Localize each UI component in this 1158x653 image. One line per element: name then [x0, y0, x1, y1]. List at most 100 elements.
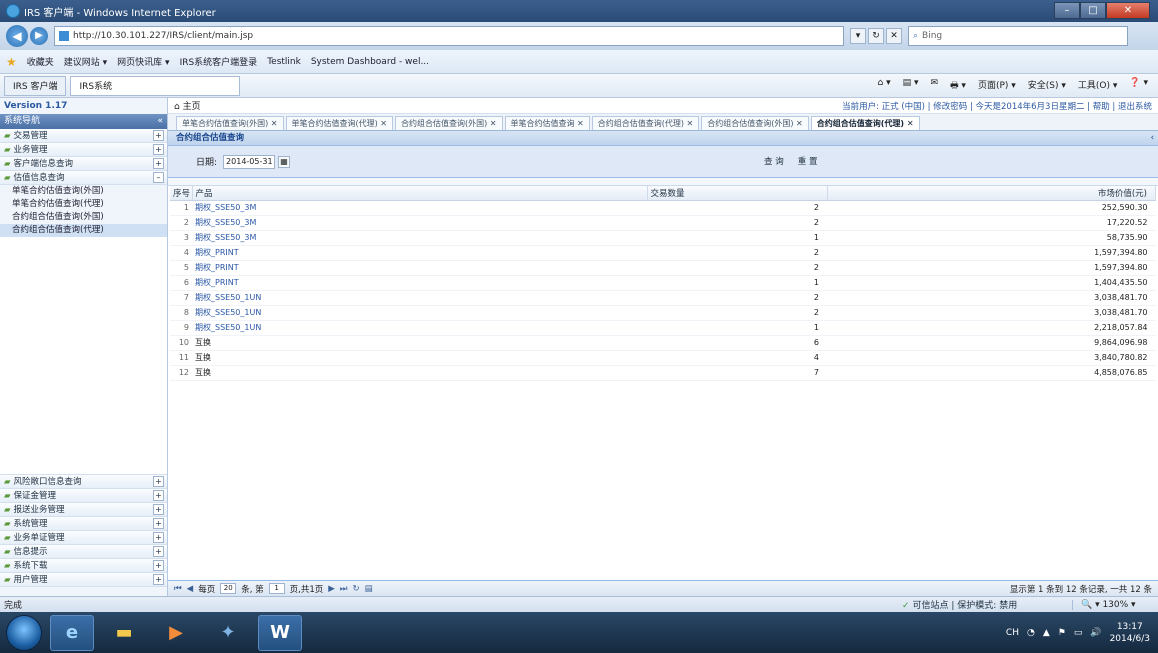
- column-quantity[interactable]: 交易数量: [647, 186, 828, 201]
- row-product[interactable]: 期权_PRINT: [192, 275, 647, 291]
- sidebar-item-valuation[interactable]: ▰ 估值信息查询 –: [0, 171, 167, 185]
- tab-combo-foreign-2[interactable]: 合约组合估值查询(外国) ✕: [701, 116, 809, 130]
- table-row[interactable]: 1 期权_SSE50_3M 2 252,590.30: [170, 200, 1156, 216]
- product-link[interactable]: 期权_PRINT: [195, 263, 239, 272]
- row-product[interactable]: 期权_PRINT: [192, 260, 647, 276]
- table-row[interactable]: 6 期权_PRINT 1 1,404,435.50: [170, 275, 1156, 291]
- date-input[interactable]: 2014-05-31: [223, 154, 276, 169]
- sidebar-subitem-single-foreign[interactable]: 单笔合约估值查询(外国): [0, 185, 167, 198]
- row-product[interactable]: 期权_SSE50_1UN: [192, 305, 647, 321]
- sidebar-item-documents[interactable]: ▰ 业务单证管理 +: [0, 531, 167, 545]
- last-page-button[interactable]: ⏭: [340, 584, 348, 594]
- show-hidden-icons[interactable]: ▲: [1043, 628, 1050, 638]
- column-product[interactable]: 产品: [192, 186, 648, 201]
- tab-combo-agent[interactable]: 合约组合估值查询(代理) ✕: [591, 116, 700, 130]
- home-button[interactable]: ⌂ ▾: [878, 78, 891, 94]
- expand-icon[interactable]: +: [153, 546, 164, 557]
- expand-icon[interactable]: +: [153, 144, 164, 155]
- product-link[interactable]: 期权_PRINT: [195, 278, 239, 287]
- minimize-button[interactable]: –: [1054, 2, 1080, 19]
- expand-icon[interactable]: +: [153, 518, 164, 529]
- expand-icon[interactable]: +: [153, 476, 164, 487]
- fav-system-dashboard[interactable]: System Dashboard - wel...: [311, 57, 429, 67]
- sidebar-collapse-button[interactable]: «: [157, 114, 163, 129]
- column-index[interactable]: 序号: [170, 186, 193, 201]
- product-link[interactable]: 期权_PRINT: [195, 248, 239, 257]
- ie-taskbar-icon[interactable]: e: [50, 614, 94, 651]
- page-number-input[interactable]: 1: [268, 583, 285, 594]
- product-link[interactable]: 期权_SSE50_1UN: [195, 323, 261, 332]
- sidebar-item-users[interactable]: ▰ 用户管理 +: [0, 573, 167, 587]
- sidebar-subitem-single-agent[interactable]: 单笔合约估值查询(代理): [0, 198, 167, 211]
- row-product[interactable]: 期权_SSE50_3M: [192, 230, 647, 246]
- home-link[interactable]: ⌂ 主页: [174, 99, 201, 112]
- sidebar-item-trade[interactable]: ▰ 交易管理 +: [0, 129, 167, 143]
- start-button[interactable]: [6, 614, 42, 651]
- sidebar-subitem-combo-agent[interactable]: 合约组合估值查询(代理): [0, 224, 167, 237]
- expand-icon[interactable]: +: [153, 130, 164, 141]
- back-button[interactable]: ◀: [6, 25, 28, 47]
- media-player-icon[interactable]: ▶: [154, 615, 198, 651]
- table-row[interactable]: 12 互换 7 4,858,076.85: [170, 365, 1156, 381]
- maximize-button[interactable]: □: [1080, 2, 1106, 19]
- clock[interactable]: 13:17 2014/6/3: [1110, 621, 1150, 645]
- table-row[interactable]: 10 互换 6 9,864,096.98: [170, 335, 1156, 351]
- volume-icon[interactable]: 🔊: [1090, 628, 1101, 638]
- word-taskbar-icon[interactable]: W: [258, 614, 302, 651]
- search-input[interactable]: ⌕ Bing: [908, 26, 1128, 46]
- table-row[interactable]: 2 期权_SSE50_3M 2 17,220.52: [170, 215, 1156, 231]
- sidebar-item-system[interactable]: ▰ 系统管理 +: [0, 517, 167, 531]
- favorites-star-icon[interactable]: ★: [6, 55, 17, 69]
- sidebar-item-notice[interactable]: ▰ 信息提示 +: [0, 545, 167, 559]
- tab-combo-agent-active[interactable]: 合约组合估值查询(代理) ✕: [810, 116, 920, 130]
- refresh-icon[interactable]: ↻: [352, 584, 359, 594]
- fav-suggested-sites[interactable]: 建议网站 ▾: [64, 55, 107, 68]
- row-product[interactable]: 期权_SSE50_3M: [192, 215, 647, 231]
- sidebar-item-risk[interactable]: ▰ 风险敞口信息查询 +: [0, 475, 167, 489]
- tab-single[interactable]: 单笔合约估值查询 ✕: [504, 116, 590, 130]
- table-row[interactable]: 4 期权_PRINT 2 1,597,394.80: [170, 245, 1156, 261]
- sidebar-item-download[interactable]: ▰ 系统下载 +: [0, 559, 167, 573]
- refresh-button[interactable]: ↻: [868, 28, 884, 44]
- mail-button[interactable]: ✉: [931, 78, 939, 94]
- close-button[interactable]: ✕: [1106, 2, 1150, 19]
- collapse-icon[interactable]: –: [153, 172, 164, 183]
- action-center-icon[interactable]: ⚑: [1058, 628, 1066, 638]
- help-tray-icon[interactable]: ◔: [1027, 628, 1035, 638]
- browser-tab-irs[interactable]: IRS系统: [70, 75, 241, 96]
- expand-icon[interactable]: +: [153, 158, 164, 169]
- row-product[interactable]: 期权_PRINT: [192, 245, 647, 261]
- url-dropdown-button[interactable]: ▾: [850, 28, 866, 44]
- help-menu[interactable]: ❓ ▾: [1129, 78, 1148, 94]
- sidebar-item-report[interactable]: ▰ 报送业务管理 +: [0, 503, 167, 517]
- reset-button[interactable]: 重 置: [794, 155, 822, 169]
- product-link[interactable]: 期权_SSE50_3M: [195, 218, 256, 227]
- prev-page-button[interactable]: ◀: [187, 584, 194, 594]
- folder-taskbar-icon[interactable]: ▬: [102, 615, 146, 651]
- sidebar-item-business[interactable]: ▰ 业务管理 +: [0, 143, 167, 157]
- expand-icon[interactable]: +: [153, 560, 164, 571]
- fav-irs-login[interactable]: IRS系统客户端登录: [180, 55, 258, 68]
- expand-icon[interactable]: +: [153, 532, 164, 543]
- expand-icon[interactable]: +: [153, 574, 164, 585]
- tab-single-foreign[interactable]: 单笔合约估值查询(外国) ✕: [176, 116, 284, 130]
- page-size-input[interactable]: 20: [220, 583, 237, 594]
- page-menu[interactable]: 页面(P) ▾: [978, 78, 1016, 94]
- column-value[interactable]: 市场价值(元): [827, 186, 1156, 201]
- expand-icon[interactable]: +: [153, 504, 164, 515]
- table-row[interactable]: 7 期权_SSE50_1UN 2 3,038,481.70: [170, 290, 1156, 306]
- tool-taskbar-icon[interactable]: ✦: [206, 615, 250, 651]
- browser-tab-client[interactable]: IRS 客户端: [4, 75, 67, 96]
- table-row[interactable]: 9 期权_SSE50_1UN 1 2,218,057.84: [170, 320, 1156, 336]
- table-row[interactable]: 11 互换 4 3,840,780.82: [170, 350, 1156, 366]
- expand-icon[interactable]: +: [153, 490, 164, 501]
- sidebar-item-margin[interactable]: ▰ 保证金管理 +: [0, 489, 167, 503]
- query-button[interactable]: 查 询: [760, 155, 788, 169]
- table-row[interactable]: 8 期权_SSE50_1UN 2 3,038,481.70: [170, 305, 1156, 321]
- safety-menu[interactable]: 安全(S) ▾: [1028, 78, 1066, 94]
- row-product[interactable]: 期权_SSE50_1UN: [192, 290, 647, 306]
- export-icon[interactable]: ▤: [365, 584, 373, 594]
- stop-button[interactable]: ✕: [886, 28, 902, 44]
- favorites-button[interactable]: 收藏夹: [27, 55, 54, 68]
- calendar-icon[interactable]: ▦: [278, 155, 291, 168]
